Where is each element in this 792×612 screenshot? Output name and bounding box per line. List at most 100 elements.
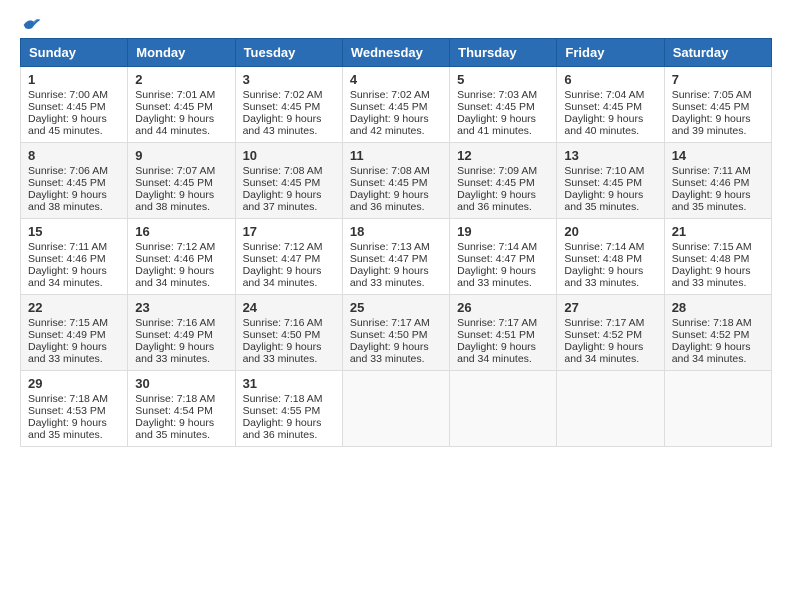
sunset-label: Sunset: 4:45 PM: [350, 177, 428, 189]
calendar-header-row: SundayMondayTuesdayWednesdayThursdayFrid…: [21, 39, 772, 67]
daylight-detail: and 34 minutes.: [457, 353, 532, 365]
day-number: 25: [350, 300, 442, 315]
sunrise-label: Sunrise: 7:03 AM: [457, 89, 537, 101]
day-number: 20: [564, 224, 656, 239]
day-number: 31: [243, 376, 335, 391]
daylight-detail: and 42 minutes.: [350, 125, 425, 137]
calendar-day-cell: 22 Sunrise: 7:15 AM Sunset: 4:49 PM Dayl…: [21, 295, 128, 371]
daylight-detail: and 34 minutes.: [28, 277, 103, 289]
sunset-label: Sunset: 4:45 PM: [350, 101, 428, 113]
day-number: 10: [243, 148, 335, 163]
daylight-detail: and 36 minutes.: [350, 201, 425, 213]
daylight-label: Daylight: 9 hours: [457, 265, 536, 277]
sunrise-label: Sunrise: 7:06 AM: [28, 165, 108, 177]
calendar-day-cell: 20 Sunrise: 7:14 AM Sunset: 4:48 PM Dayl…: [557, 219, 664, 295]
day-number: 2: [135, 72, 227, 87]
day-of-week-header: Saturday: [664, 39, 771, 67]
calendar-day-cell: 23 Sunrise: 7:16 AM Sunset: 4:49 PM Dayl…: [128, 295, 235, 371]
day-number: 9: [135, 148, 227, 163]
day-number: 5: [457, 72, 549, 87]
sunset-label: Sunset: 4:45 PM: [28, 101, 106, 113]
logo-bird-icon: [22, 16, 42, 32]
sunrise-label: Sunrise: 7:18 AM: [672, 317, 752, 329]
day-number: 29: [28, 376, 120, 391]
daylight-label: Daylight: 9 hours: [350, 265, 429, 277]
sunrise-label: Sunrise: 7:17 AM: [564, 317, 644, 329]
daylight-detail: and 33 minutes.: [28, 353, 103, 365]
daylight-label: Daylight: 9 hours: [28, 113, 107, 125]
sunset-label: Sunset: 4:45 PM: [672, 101, 750, 113]
sunset-label: Sunset: 4:45 PM: [28, 177, 106, 189]
sunrise-label: Sunrise: 7:05 AM: [672, 89, 752, 101]
calendar-day-cell: 1 Sunrise: 7:00 AM Sunset: 4:45 PM Dayli…: [21, 67, 128, 143]
day-number: 15: [28, 224, 120, 239]
sunrise-label: Sunrise: 7:17 AM: [457, 317, 537, 329]
daylight-detail: and 34 minutes.: [564, 353, 639, 365]
daylight-detail: and 44 minutes.: [135, 125, 210, 137]
daylight-label: Daylight: 9 hours: [672, 113, 751, 125]
calendar-day-cell: 7 Sunrise: 7:05 AM Sunset: 4:45 PM Dayli…: [664, 67, 771, 143]
daylight-label: Daylight: 9 hours: [457, 341, 536, 353]
sunset-label: Sunset: 4:52 PM: [672, 329, 750, 341]
day-number: 18: [350, 224, 442, 239]
calendar-day-cell: 10 Sunrise: 7:08 AM Sunset: 4:45 PM Dayl…: [235, 143, 342, 219]
sunset-label: Sunset: 4:46 PM: [135, 253, 213, 265]
sunset-label: Sunset: 4:49 PM: [28, 329, 106, 341]
sunset-label: Sunset: 4:48 PM: [672, 253, 750, 265]
daylight-detail: and 33 minutes.: [350, 353, 425, 365]
day-number: 1: [28, 72, 120, 87]
sunrise-label: Sunrise: 7:13 AM: [350, 241, 430, 253]
day-number: 6: [564, 72, 656, 87]
calendar-week-row: 15 Sunrise: 7:11 AM Sunset: 4:46 PM Dayl…: [21, 219, 772, 295]
day-number: 27: [564, 300, 656, 315]
sunrise-label: Sunrise: 7:15 AM: [672, 241, 752, 253]
daylight-label: Daylight: 9 hours: [564, 265, 643, 277]
sunset-label: Sunset: 4:47 PM: [243, 253, 321, 265]
daylight-label: Daylight: 9 hours: [350, 341, 429, 353]
daylight-detail: and 33 minutes.: [457, 277, 532, 289]
calendar-day-cell: 5 Sunrise: 7:03 AM Sunset: 4:45 PM Dayli…: [450, 67, 557, 143]
calendar-day-cell: 8 Sunrise: 7:06 AM Sunset: 4:45 PM Dayli…: [21, 143, 128, 219]
daylight-detail: and 35 minutes.: [28, 429, 103, 441]
daylight-label: Daylight: 9 hours: [243, 189, 322, 201]
daylight-label: Daylight: 9 hours: [135, 265, 214, 277]
sunrise-label: Sunrise: 7:15 AM: [28, 317, 108, 329]
daylight-label: Daylight: 9 hours: [672, 265, 751, 277]
sunset-label: Sunset: 4:45 PM: [135, 177, 213, 189]
daylight-label: Daylight: 9 hours: [135, 417, 214, 429]
daylight-label: Daylight: 9 hours: [564, 189, 643, 201]
daylight-detail: and 41 minutes.: [457, 125, 532, 137]
calendar-day-cell: 17 Sunrise: 7:12 AM Sunset: 4:47 PM Dayl…: [235, 219, 342, 295]
sunrise-label: Sunrise: 7:17 AM: [350, 317, 430, 329]
daylight-label: Daylight: 9 hours: [135, 341, 214, 353]
sunrise-label: Sunrise: 7:01 AM: [135, 89, 215, 101]
sunset-label: Sunset: 4:45 PM: [564, 101, 642, 113]
calendar-day-cell: 6 Sunrise: 7:04 AM Sunset: 4:45 PM Dayli…: [557, 67, 664, 143]
daylight-label: Daylight: 9 hours: [243, 265, 322, 277]
sunset-label: Sunset: 4:54 PM: [135, 405, 213, 417]
calendar-day-cell: 31 Sunrise: 7:18 AM Sunset: 4:55 PM Dayl…: [235, 371, 342, 447]
calendar-table: SundayMondayTuesdayWednesdayThursdayFrid…: [20, 38, 772, 447]
calendar-day-cell: 12 Sunrise: 7:09 AM Sunset: 4:45 PM Dayl…: [450, 143, 557, 219]
day-number: 30: [135, 376, 227, 391]
day-of-week-header: Monday: [128, 39, 235, 67]
day-of-week-header: Tuesday: [235, 39, 342, 67]
sunrise-label: Sunrise: 7:04 AM: [564, 89, 644, 101]
sunset-label: Sunset: 4:48 PM: [564, 253, 642, 265]
day-number: 7: [672, 72, 764, 87]
sunset-label: Sunset: 4:53 PM: [28, 405, 106, 417]
daylight-detail: and 38 minutes.: [28, 201, 103, 213]
day-number: 22: [28, 300, 120, 315]
sunrise-label: Sunrise: 7:08 AM: [350, 165, 430, 177]
calendar-day-cell: 9 Sunrise: 7:07 AM Sunset: 4:45 PM Dayli…: [128, 143, 235, 219]
calendar-day-cell: 29 Sunrise: 7:18 AM Sunset: 4:53 PM Dayl…: [21, 371, 128, 447]
sunrise-label: Sunrise: 7:00 AM: [28, 89, 108, 101]
daylight-label: Daylight: 9 hours: [564, 113, 643, 125]
day-number: 11: [350, 148, 442, 163]
sunrise-label: Sunrise: 7:14 AM: [457, 241, 537, 253]
daylight-detail: and 37 minutes.: [243, 201, 318, 213]
calendar-day-cell: 24 Sunrise: 7:16 AM Sunset: 4:50 PM Dayl…: [235, 295, 342, 371]
daylight-label: Daylight: 9 hours: [135, 113, 214, 125]
daylight-label: Daylight: 9 hours: [243, 341, 322, 353]
sunrise-label: Sunrise: 7:16 AM: [135, 317, 215, 329]
